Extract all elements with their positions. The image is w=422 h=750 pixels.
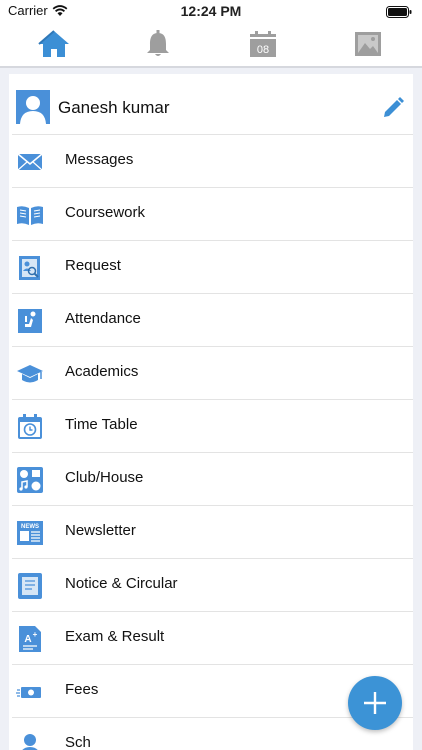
- attendance-icon: [18, 309, 42, 333]
- tab-home[interactable]: [36, 28, 72, 60]
- fees-icon: [16, 687, 41, 698]
- add-button[interactable]: [348, 676, 402, 730]
- bell-icon: [147, 30, 169, 56]
- menu-item-notice-circular[interactable]: Notice & Circular: [12, 559, 413, 612]
- menu-label-notice-circular: Notice & Circular: [65, 575, 178, 592]
- avatar-icon: [16, 90, 50, 124]
- profile-header: Ganesh kumar: [12, 74, 413, 135]
- menu-label-request: Request: [65, 257, 121, 274]
- status-bar: Carrier 12:24 PM: [0, 0, 422, 22]
- menu-label-messages: Messages: [65, 151, 134, 168]
- clock-label: 12:24 PM: [180, 3, 242, 19]
- tab-calendar[interactable]: 08: [245, 28, 281, 60]
- tab-gallery[interactable]: [350, 28, 386, 60]
- top-tab-bar: 08: [0, 22, 422, 68]
- plus-icon: [364, 692, 386, 714]
- home-icon: [38, 30, 69, 57]
- svg-text:NEWS: NEWS: [21, 524, 39, 530]
- menu-item-attendance[interactable]: Attendance: [12, 294, 413, 347]
- menu-item-request[interactable]: Request: [12, 241, 413, 294]
- calendar-icon: 08: [250, 31, 276, 57]
- menu-label-club-house: Club/House: [65, 469, 144, 486]
- graduation-cap-icon: [17, 365, 43, 383]
- request-icon: [19, 256, 40, 280]
- menu-label-newsletter: Newsletter: [65, 522, 136, 539]
- menu-item-coursework[interactable]: Coursework: [12, 188, 413, 241]
- menu-label-attendance: Attendance: [65, 310, 141, 327]
- menu-label-exam-result: Exam & Result: [65, 628, 165, 645]
- calendar-badge: 08: [257, 44, 269, 56]
- exam-icon: A +: [19, 626, 41, 652]
- school-icon: [22, 734, 38, 750]
- menu-item-newsletter[interactable]: NEWS Newsletter: [12, 506, 413, 559]
- profile-name: Ganesh kumar: [58, 98, 170, 117]
- svg-text:A: A: [24, 634, 31, 645]
- book-icon: [17, 206, 43, 225]
- notice-icon: [18, 573, 42, 599]
- menu-item-time-table[interactable]: Time Table: [12, 400, 413, 453]
- club-icon: [17, 467, 43, 493]
- image-icon: [355, 32, 381, 56]
- menu-item-academics[interactable]: Academics: [12, 347, 413, 400]
- menu-item-messages[interactable]: Messages: [12, 135, 413, 188]
- menu-label-time-table: Time Table: [65, 416, 138, 433]
- tab-notifications[interactable]: [140, 28, 176, 60]
- timetable-icon: [18, 414, 42, 439]
- menu-label-school: Sch: [65, 734, 91, 750]
- menu-item-exam-result[interactable]: A + Exam & Result: [12, 612, 413, 665]
- edit-profile-button[interactable]: [381, 96, 405, 120]
- menu-label-coursework: Coursework: [65, 204, 146, 221]
- envelope-icon: [17, 153, 43, 171]
- menu-label-academics: Academics: [65, 363, 139, 380]
- menu-item-school[interactable]: Sch: [12, 718, 413, 750]
- battery-icon: [386, 5, 412, 23]
- menu-card: Ganesh kumar Messages Coursework Request…: [9, 74, 413, 750]
- menu-label-fees: Fees: [65, 681, 99, 698]
- menu-item-club-house[interactable]: Club/House: [12, 453, 413, 506]
- newsletter-icon: NEWS: [17, 521, 43, 545]
- svg-text:+: +: [33, 630, 38, 639]
